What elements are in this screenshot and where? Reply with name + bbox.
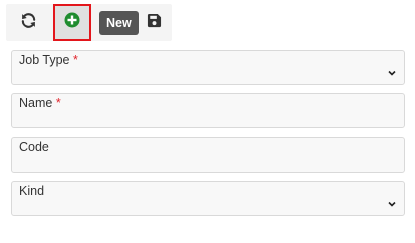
code-label: Code (19, 140, 49, 154)
refresh-button[interactable] (6, 4, 50, 41)
page: New Job Type * Name * Code Kind (0, 0, 415, 243)
job-type-label: Job Type * (19, 53, 78, 67)
name-field[interactable]: Name * (11, 93, 405, 128)
required-marker: * (55, 96, 61, 110)
kind-select[interactable]: Kind (11, 181, 405, 216)
plus-circle-icon (64, 12, 80, 33)
kind-label: Kind (19, 184, 45, 198)
required-marker: * (73, 53, 78, 67)
new-tooltip: New (99, 11, 139, 35)
refresh-icon (20, 12, 37, 34)
code-field[interactable]: Code (11, 137, 405, 173)
save-button[interactable] (144, 4, 164, 41)
name-label: Name * (19, 96, 61, 110)
toolbar (6, 4, 172, 41)
add-button[interactable] (53, 4, 91, 41)
floppy-disk-icon (147, 13, 162, 33)
job-type-select[interactable]: Job Type * (11, 50, 405, 85)
chevron-down-icon (387, 64, 397, 76)
chevron-down-icon (387, 195, 397, 207)
